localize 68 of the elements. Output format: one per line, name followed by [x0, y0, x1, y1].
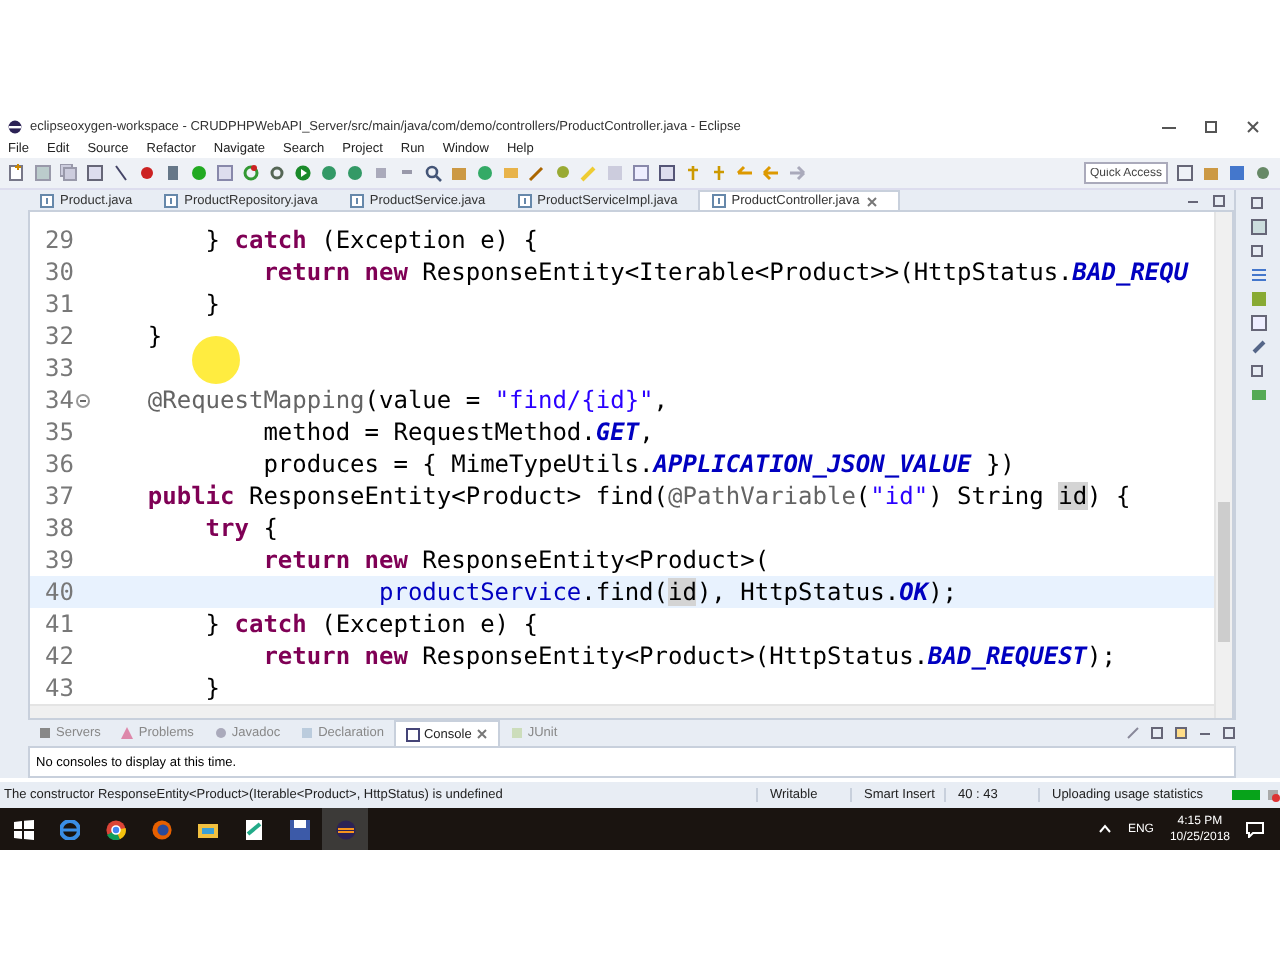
chevron-up-icon[interactable]: [1097, 824, 1112, 834]
restore-icon[interactable]: [1249, 194, 1267, 212]
warning-icon: [120, 726, 135, 740]
marker-icon[interactable]: [580, 164, 598, 182]
save-icon[interactable]: [34, 164, 52, 182]
stop-task-icon[interactable]: [1266, 788, 1280, 802]
notification-icon[interactable]: [1246, 821, 1264, 837]
line-number: 40: [43, 576, 74, 608]
close-icon[interactable]: [865, 195, 878, 207]
wrench-icon[interactable]: [1249, 338, 1267, 356]
pencil-icon[interactable]: [528, 164, 546, 182]
search-icon[interactable]: [424, 164, 442, 182]
globe-browser-icon[interactable]: [151, 819, 171, 839]
line-number: 31: [43, 288, 74, 320]
code-line: }: [203, 672, 221, 704]
vertical-scrollbar[interactable]: [1214, 212, 1232, 718]
save-all-icon[interactable]: [60, 164, 78, 182]
line-number: 32: [43, 320, 74, 352]
frame-icon[interactable]: [632, 164, 650, 182]
maximize-icon[interactable]: [1204, 120, 1218, 134]
run-server-icon[interactable]: [190, 164, 208, 182]
ide-app-icon[interactable]: [335, 819, 355, 839]
code-line: method = RequestMethod.GET,: [261, 416, 654, 448]
maximize-icon[interactable]: [1222, 726, 1236, 740]
code-line: } catch (Exception e) {: [203, 608, 538, 640]
line-number: 38: [43, 512, 74, 544]
maximize-icon[interactable]: [1212, 193, 1226, 207]
close-icon[interactable]: [1246, 120, 1260, 134]
round-browser-icon[interactable]: [105, 819, 125, 839]
line-number: 30: [43, 256, 74, 288]
code-line: try {: [203, 512, 278, 544]
code-line: @RequestMapping(value = "find/{id}",: [145, 384, 669, 416]
bug-icon[interactable]: [138, 164, 156, 182]
cursor-highlight: [192, 336, 240, 384]
line-number: 39: [43, 544, 74, 576]
restore-icon[interactable]: [1249, 242, 1267, 260]
code-line: public ResponseEntity<Product> find(@PathVariable("id") String id) {: [145, 480, 1131, 512]
new-file-icon[interactable]: [8, 164, 26, 182]
horizontal-scrollbar[interactable]: [30, 704, 1214, 718]
notepad-icon[interactable]: [243, 819, 263, 839]
file-explorer-icon[interactable]: [197, 819, 217, 839]
e-browser-icon[interactable]: [59, 819, 79, 839]
code-line: produces = { MimeTypeUtils.APPLICATION_JSON_VALUE }): [261, 448, 1015, 480]
line-number: 43: [43, 672, 74, 704]
line-number: 42: [43, 640, 74, 672]
refresh-icon[interactable]: [242, 164, 260, 182]
progress-bar: [1232, 790, 1260, 800]
restore-icon[interactable]: [1249, 362, 1267, 380]
line-number: 33: [43, 352, 74, 384]
play-icon[interactable]: [294, 164, 312, 182]
close-icon[interactable]: [475, 728, 488, 740]
code-line: productService.find(id), HttpStatus.OK);: [376, 576, 958, 608]
code-line: return new ResponseEntity<Iterable<Product>>(HttpStatus.BAD_REQU: [261, 256, 1189, 288]
code-line: return new ResponseEntity<Product>(HttpStatus.BAD_REQUEST);: [261, 640, 1116, 672]
tasks-icon[interactable]: [1249, 266, 1267, 284]
code-line: }: [203, 288, 221, 320]
code-line: }: [145, 320, 163, 352]
code-line: } catch (Exception e) {: [203, 224, 538, 256]
line-number: 36: [43, 448, 74, 480]
console-icon: [405, 727, 420, 741]
line-number: 34: [43, 384, 74, 416]
code-line: return new ResponseEntity<Product>(: [261, 544, 770, 576]
line-number: 29: [43, 224, 74, 256]
line-number: 35: [43, 416, 74, 448]
start-icon[interactable]: [13, 819, 33, 839]
line-number: 37: [43, 480, 74, 512]
fold-icon[interactable]: [75, 393, 89, 407]
line-number: 41: [43, 608, 74, 640]
